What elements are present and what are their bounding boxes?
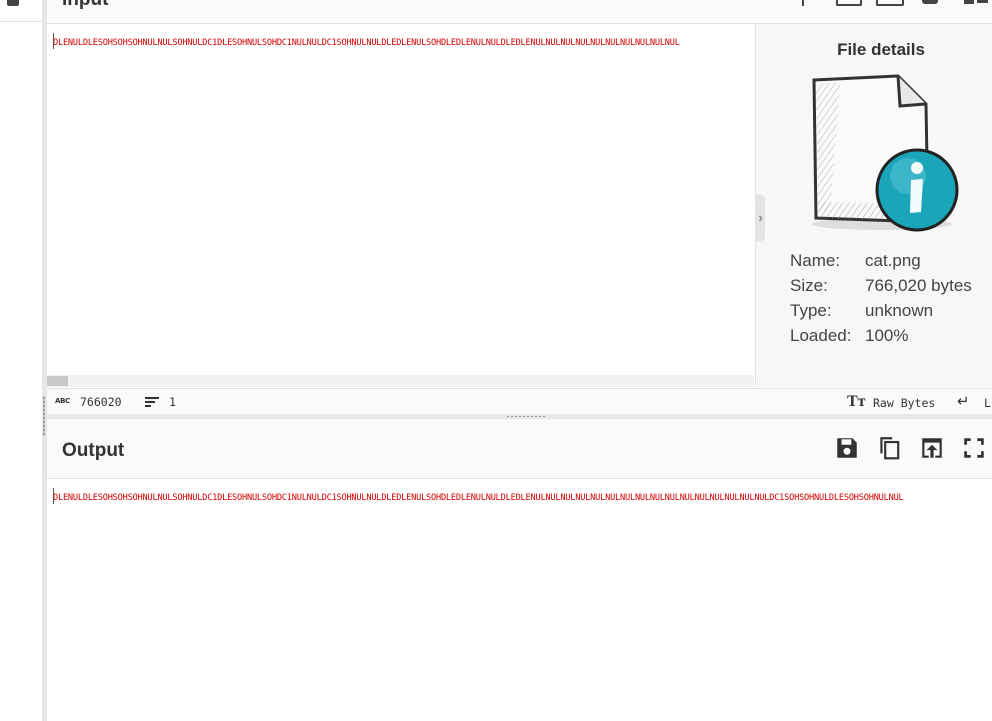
file-details-panel: › File details Name: cat.png Size: 766,020… [755,24,992,387]
maximize-icon[interactable] [961,435,987,461]
size-value: 766,020 bytes [865,276,972,295]
open-file-icon[interactable] [876,0,904,6]
abc-length-icon: ABC [55,397,70,405]
plus-icon[interactable] [796,0,810,6]
input-horizontal-scrollbar[interactable] [47,375,754,387]
size-label: Size: [790,276,828,295]
eol-selector[interactable]: LF [984,396,992,410]
gutter-grip [506,415,546,418]
switch-to-input-icon[interactable] [919,435,945,461]
text-encoding-icon[interactable]: Tт [847,393,866,411]
file-name-row: Name: cat.png [790,248,972,273]
type-value: unknown [865,301,934,320]
input-length: 766020 [80,395,122,409]
save-icon[interactable] [834,435,860,461]
file-size-row: Size: 766,020 bytes [790,273,972,298]
output-textarea[interactable]: DLENULDLESOHSOHSOHNULNULSOHNULDC1DLESOHN… [47,479,992,721]
input-status-bar: ABC 766020 1 Tт Raw Bytes ↵ LF [47,388,992,415]
open-folder-icon[interactable] [836,0,862,6]
loaded-value: 100% [865,326,909,345]
layout-icon[interactable] [964,0,988,4]
input-textarea[interactable]: DLENULDLESOHSOHSOHNULNULSOHNULDC1DLESOHN… [47,24,754,375]
gutter-grip [43,396,45,436]
name-value: cat.png [865,251,921,270]
name-label: Name: [790,251,841,270]
type-label: Type: [790,301,832,320]
file-type-row: Type: unknown [790,298,972,323]
output-title: Output [62,440,125,461]
output-header: Output [47,419,992,479]
input-header: Input [47,0,992,24]
input-title: Input [62,0,108,11]
collapse-file-details-button[interactable]: › [756,195,765,241]
file-loaded-row: Loaded: 100% [790,323,972,348]
copy-icon[interactable] [876,435,902,461]
file-info-icon [812,74,959,232]
loaded-label: Loaded: [790,326,852,345]
scrollbar-thumb[interactable] [47,376,68,386]
sidebar-icon[interactable] [7,0,19,6]
file-details-title: File details [837,40,925,59]
file-details-table: Name: cat.png Size: 766,020 bytes Type: unk… [790,248,972,348]
sidebar-divider [0,21,42,22]
operations-sidebar-edge [0,0,42,721]
character-encoding-selector[interactable]: Raw Bytes [873,396,935,410]
trash-icon[interactable] [922,0,938,4]
input-lines: 1 [169,395,176,409]
input-data-text: DLENULDLESOHSOHSOHNULNULSOHNULDC1DLESOHN… [53,38,680,48]
lines-icon [145,397,159,408]
eol-icon[interactable]: ↵ [957,392,970,410]
output-data-text: DLENULDLESOHSOHSOHNULNULSOHNULDC1DLESOHN… [53,493,904,503]
